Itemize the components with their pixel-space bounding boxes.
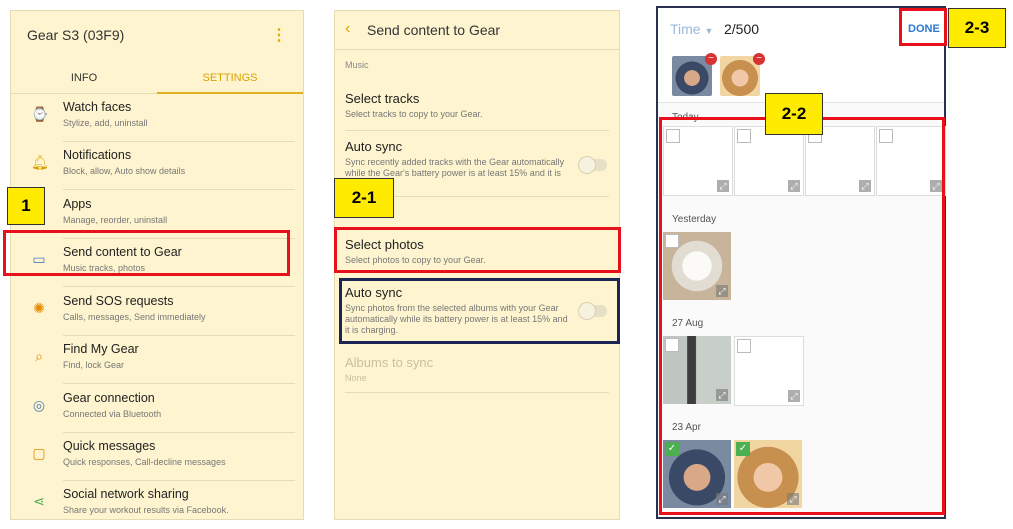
dropdown-arrow-icon: ▼ <box>704 26 714 36</box>
selection-counter: 2/500 <box>724 21 760 37</box>
header: ‹ Send content to Gear <box>335 11 619 50</box>
row-subtitle: None <box>345 373 367 383</box>
menu-item-title: Send SOS requests <box>63 294 174 308</box>
menu-item-title: Quick messages <box>63 439 156 453</box>
tab-bar: INFO SETTINGS <box>11 63 303 94</box>
music-auto-sync-toggle[interactable] <box>579 157 607 173</box>
menu-item-sos[interactable]: ✺ Send SOS requests Calls, messages, Sen… <box>11 288 305 336</box>
menu-item-subtitle: Connected via Bluetooth <box>63 409 162 419</box>
time-filter-label: Time <box>670 21 701 37</box>
menu-item-subtitle: Find, lock Gear <box>63 360 125 370</box>
row-subtitle: Select tracks to copy to your Gear. <box>345 109 483 119</box>
highlight-done-button <box>899 8 947 46</box>
step-label-2-2: 2-2 <box>765 93 823 135</box>
menu-item-quick-messages[interactable]: ▢ Quick messages Quick responses, Call-d… <box>11 433 305 481</box>
remove-icon[interactable]: − <box>705 53 717 65</box>
section-header-music: Music <box>345 60 369 70</box>
highlight-photo-auto-sync <box>339 278 620 344</box>
menu-item-subtitle: Block, allow, Auto show details <box>63 166 186 176</box>
selected-thumbnail[interactable]: − <box>672 53 717 96</box>
row-title: Albums to sync <box>345 355 434 370</box>
menu-item-title: Social network sharing <box>63 487 189 501</box>
menu-item-gear-connection[interactable]: ◎ Gear connection Connected via Bluetoot… <box>11 385 305 433</box>
menu-item-subtitle: Calls, messages, Send immediately <box>63 312 206 322</box>
tab-settings[interactable]: SETTINGS <box>157 63 303 94</box>
row-title: Auto sync <box>345 139 403 154</box>
back-arrow-icon[interactable]: ‹ <box>345 20 350 38</box>
menu-item-social-sharing[interactable]: ⋖ Social network sharing Share your work… <box>11 481 305 529</box>
selected-thumbnail[interactable]: − <box>720 53 765 96</box>
menu-item-find-my-gear[interactable]: ⌕ Find My Gear Find, lock Gear <box>11 336 305 384</box>
message-icon: ▢ <box>32 445 46 461</box>
menu-item-title: Apps <box>63 197 92 211</box>
menu-item-title: Watch faces <box>63 100 132 114</box>
menu-item-subtitle: Manage, reorder, uninstall <box>63 215 168 225</box>
page-title: Send content to Gear <box>367 22 501 38</box>
find-icon: ⌕ <box>35 348 43 364</box>
menu-item-title: Gear connection <box>63 391 155 405</box>
remove-icon[interactable]: − <box>753 53 765 65</box>
highlight-photo-grid <box>659 117 945 515</box>
row-title: Select tracks <box>345 91 420 106</box>
step-label-2-3: 2-3 <box>948 8 1006 48</box>
time-filter-dropdown[interactable]: Time ▼ <box>670 21 713 37</box>
connection-icon: ◎ <box>32 397 46 413</box>
step-label-1: 1 <box>7 187 45 225</box>
menu-item-title: Notifications <box>63 148 132 162</box>
bell-icon: 🔔︎ <box>31 154 49 170</box>
step-label-2-1: 2-1 <box>334 178 394 218</box>
menu-item-notifications[interactable]: 🔔︎ Notifications Block, allow, Auto show… <box>11 142 305 190</box>
more-options-icon[interactable]: ⋮ <box>271 25 287 45</box>
menu-item-subtitle: Stylize, add, uninstall <box>63 118 148 128</box>
sos-icon: ✺ <box>33 300 45 316</box>
highlight-select-photos <box>334 227 621 273</box>
menu-item-watch-faces[interactable]: ⌚ Watch faces Stylize, add, uninstall <box>11 94 305 142</box>
menu-item-subtitle: Share your workout results via Facebook. <box>63 505 229 515</box>
watch-icon: ⌚ <box>31 106 49 122</box>
select-tracks-row[interactable]: Select tracks Select tracks to copy to y… <box>335 87 619 131</box>
tab-info[interactable]: INFO <box>11 63 157 93</box>
menu-item-subtitle: Quick responses, Call-decline messages <box>63 457 226 467</box>
share-icon: ⋖ <box>33 493 45 509</box>
albums-to-sync-row: Albums to sync None <box>335 351 619 393</box>
device-title: Gear S3 (03F9) <box>27 27 125 43</box>
highlight-send-content <box>3 230 290 276</box>
menu-item-title: Find My Gear <box>63 342 139 356</box>
